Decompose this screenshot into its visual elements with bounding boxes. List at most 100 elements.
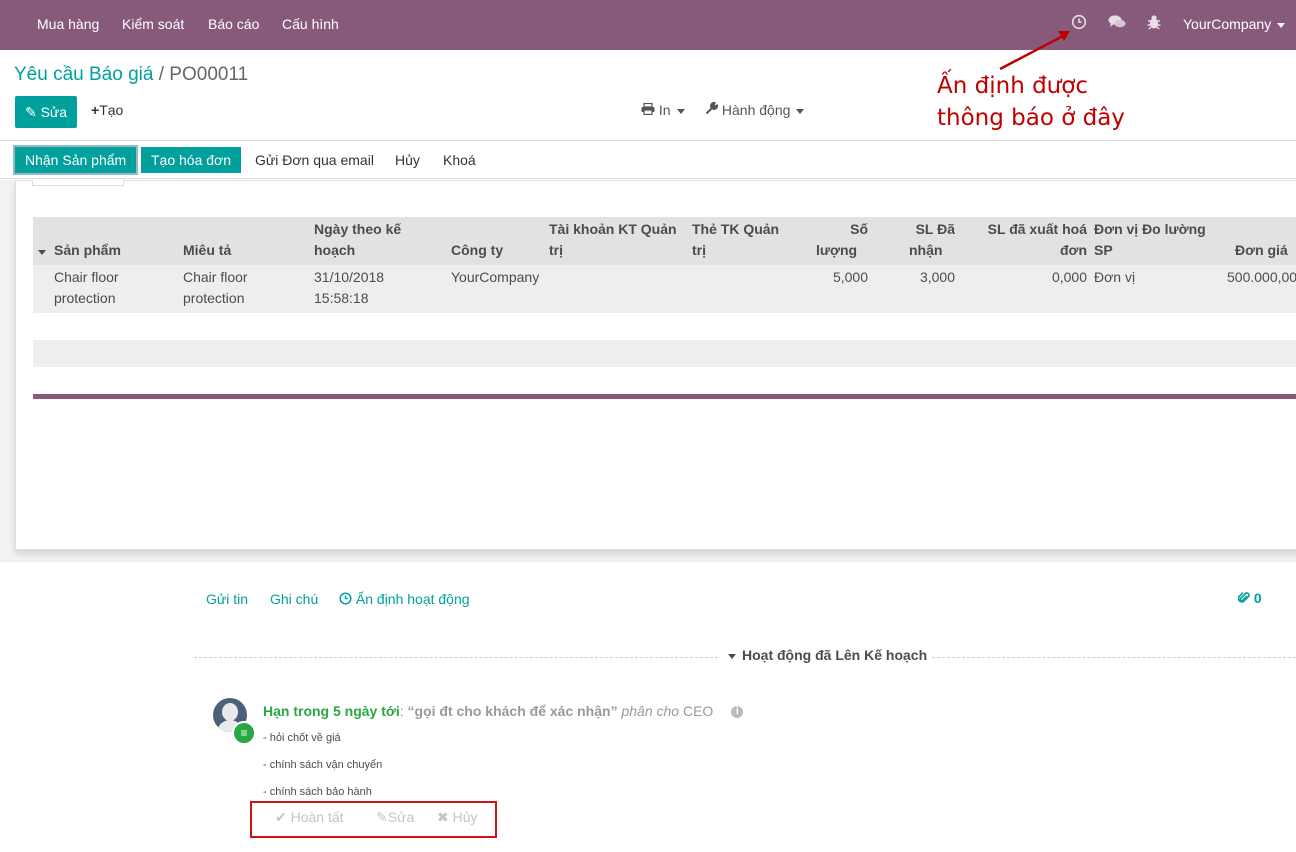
cell-date-l2: 15:58:18 <box>314 290 369 306</box>
header-uom-l2[interactable]: SP <box>1094 240 1113 261</box>
activity-due: Hạn trong 5 ngày tới <box>263 703 400 719</box>
header-date-l1[interactable]: Ngày theo kế <box>314 219 401 240</box>
activity-note-line: - chính sách vận chuyển <box>263 759 383 771</box>
print-dropdown[interactable]: In <box>641 102 685 118</box>
plus-icon: + <box>91 102 100 118</box>
wrench-icon <box>705 102 722 118</box>
cell-description-l1: Chair floor <box>183 269 248 285</box>
chevron-down-icon <box>676 108 685 114</box>
menu-reporting[interactable]: Báo cáo <box>208 16 259 32</box>
header-product[interactable]: Sản phẩm <box>54 240 121 261</box>
status-button-row: Nhận Sản phẩm Tạo hóa đơn Gửi Đơn qua em… <box>0 140 1296 179</box>
activity-assigned-label: phân cho <box>621 703 680 719</box>
print-label: In <box>658 102 671 118</box>
sort-caret-icon <box>38 243 46 259</box>
activity-assignee: CEO <box>682 703 714 719</box>
header-qty-l2[interactable]: lượng <box>816 240 857 261</box>
header-received-l2[interactable]: nhận <box>909 240 942 261</box>
mark-done-label: Hoàn tất <box>290 809 344 825</box>
divider-left <box>194 657 718 658</box>
close-icon: ✖ <box>437 809 449 825</box>
header-invoiced-l1[interactable]: SL đã xuất hoá <box>988 219 1087 240</box>
breadcrumb-separator: / <box>158 64 165 85</box>
lock-order-button[interactable]: Khoá <box>433 147 486 173</box>
log-note-button[interactable]: Ghi chú <box>270 591 318 607</box>
top-navbar: Mua hàng Kiểm soát Báo cáo Cấu hình Your… <box>0 0 1296 50</box>
clock-icon[interactable] <box>1071 14 1087 34</box>
edit-button[interactable]: ✎ Sửa <box>15 96 77 128</box>
edit-button-label: Sửa <box>40 104 68 120</box>
cell-description-l2: protection <box>183 290 245 306</box>
menu-purchase[interactable]: Mua hàng <box>37 16 99 32</box>
clock-icon <box>339 591 356 607</box>
header-tag-l1[interactable]: Thẻ TK Quản <box>692 219 779 240</box>
header-company[interactable]: Công ty <box>451 240 503 261</box>
activity-summary: “gọi đt cho khách để xác nhận” <box>407 703 618 719</box>
create-button-label: Tạo <box>99 102 124 118</box>
cell-company: YourCompany <box>451 269 540 285</box>
schedule-activity-button[interactable]: Ấn định hoạt động <box>339 591 470 607</box>
send-message-button[interactable]: Gửi tin <box>206 591 248 607</box>
pencil-icon: ✎ <box>24 104 37 120</box>
header-price[interactable]: Đơn giá <box>1235 240 1288 261</box>
planned-activities-toggle[interactable]: Hoạt động đã Lên Kế hoạch <box>728 647 927 663</box>
pencil-icon: ✎ <box>376 809 388 825</box>
menu-configuration[interactable]: Cấu hình <box>282 16 339 32</box>
chevron-down-icon <box>796 108 805 114</box>
mark-done-button[interactable]: ✔ Hoàn tất <box>275 809 344 826</box>
header-uom-l1[interactable]: Đơn vị Đo lường <box>1094 219 1206 240</box>
cancel-order-button[interactable]: Hủy <box>385 147 430 173</box>
header-tag-l2[interactable]: trị <box>692 240 706 261</box>
cell-product-l2: protection <box>54 290 116 306</box>
info-icon[interactable]: i <box>731 706 744 719</box>
chat-icon[interactable] <box>1108 14 1126 34</box>
planned-activities-title: Hoạt động đã Lên Kế hoạch <box>742 647 928 663</box>
order-lines-header: Sản phẩm Miêu tả Ngày theo kế hoạch Công… <box>33 217 1296 265</box>
cell-received: 3,000 <box>919 269 955 285</box>
activity-summary-line: Hạn trong 5 ngày tới: “gọi đt cho khách … <box>263 703 744 719</box>
breadcrumb: Yêu cầu Báo giá / PO00011 <box>14 64 248 86</box>
cancel-activity-button[interactable]: ✖ Hủy <box>437 809 478 826</box>
company-name: YourCompany <box>1183 16 1272 32</box>
attachments-button[interactable]: 0 <box>1237 590 1262 606</box>
send-email-button[interactable]: Gửi Đơn qua email <box>245 147 384 173</box>
cell-qty: 5,000 <box>832 269 868 285</box>
check-icon: ✔ <box>275 809 287 825</box>
header-invoiced-l2[interactable]: đơn <box>1060 240 1087 261</box>
divider-right <box>932 657 1296 658</box>
action-dropdown[interactable]: Hành động <box>705 102 805 118</box>
notebook-tab[interactable] <box>32 180 124 186</box>
create-button[interactable]: +Tạo <box>91 102 123 118</box>
schedule-activity-label: Ấn định hoạt động <box>355 591 470 607</box>
receive-products-button[interactable]: Nhận Sản phẩm <box>12 145 139 175</box>
bug-icon[interactable] <box>1147 14 1161 34</box>
activity-type-icon: ≡ <box>232 721 256 745</box>
create-invoice-button[interactable]: Tạo hóa đơn <box>141 147 242 173</box>
activity-note-line: - hỏi chốt về giá <box>263 732 341 744</box>
breadcrumb-current: PO00011 <box>169 64 249 85</box>
table-row[interactable]: Chair floor protection Chair floor prote… <box>33 265 1296 313</box>
edit-activity-button[interactable]: ✎Sửa <box>376 809 414 826</box>
activity-note-line: - chính sách bảo hành <box>263 786 372 798</box>
cell-invoiced: 0,000 <box>1051 269 1087 285</box>
breadcrumb-parent[interactable]: Yêu cầu Báo giá <box>14 64 153 85</box>
action-label: Hành động <box>721 102 791 118</box>
header-received-l1[interactable]: SL Đã <box>916 219 955 240</box>
edit-activity-label: Sửa <box>387 809 415 825</box>
header-account-l2[interactable]: trị <box>549 240 563 261</box>
chevron-down-icon <box>728 653 736 659</box>
header-qty-l1[interactable]: Số <box>850 219 868 240</box>
print-icon <box>641 102 659 118</box>
cell-date-l1: 31/10/2018 <box>314 269 385 285</box>
company-switcher[interactable]: YourCompany <box>1183 16 1286 32</box>
cell-product-l1: Chair floor <box>54 269 119 285</box>
header-account-l1[interactable]: Tài khoản KT Quản <box>549 219 677 240</box>
header-date-l2[interactable]: hoạch <box>314 240 355 261</box>
cancel-activity-label: Hủy <box>452 809 478 825</box>
add-line-row[interactable] <box>33 340 1296 367</box>
header-description[interactable]: Miêu tả <box>183 240 231 261</box>
chevron-down-icon <box>1277 22 1286 28</box>
menu-control[interactable]: Kiểm soát <box>122 16 184 32</box>
paperclip-icon <box>1237 590 1254 606</box>
attachments-count: 0 <box>1253 590 1262 606</box>
